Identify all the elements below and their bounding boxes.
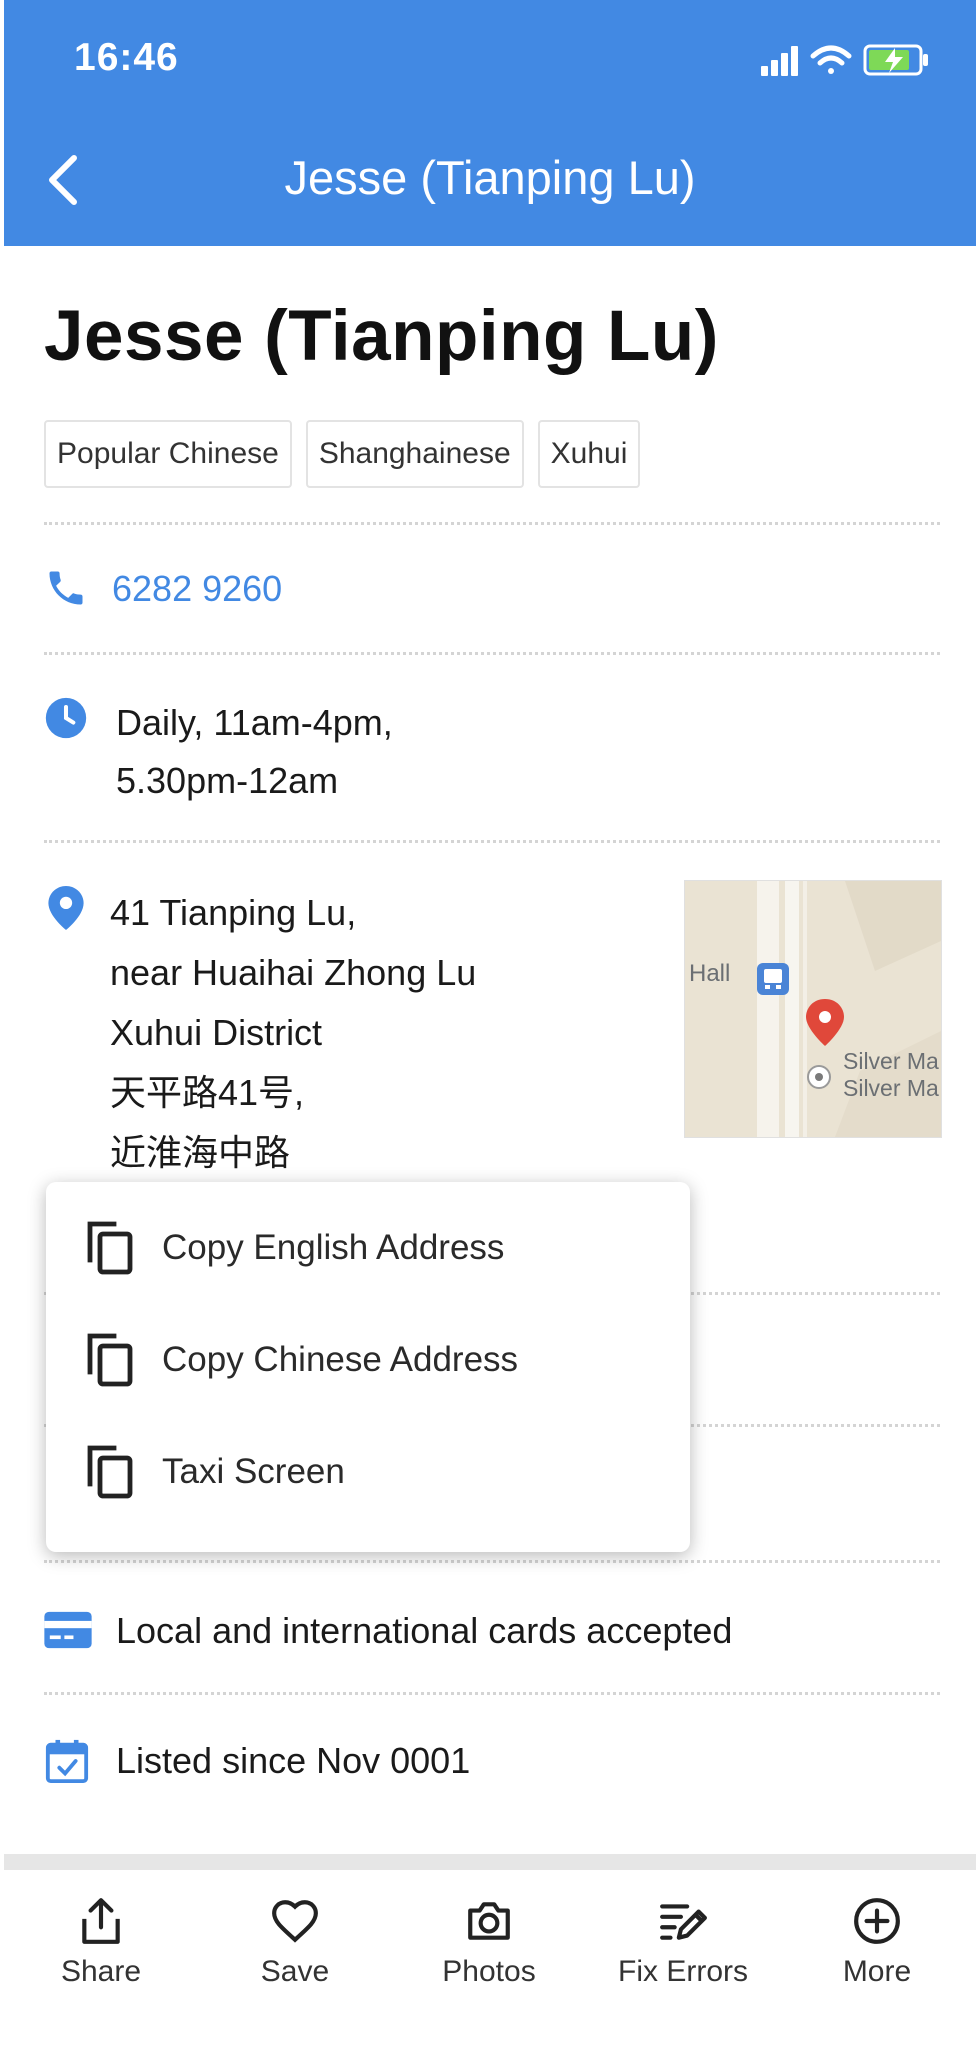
- fix-errors-label: Fix Errors: [618, 1955, 748, 1988]
- address-line-5: 近淮海中路: [110, 1132, 291, 1173]
- tag-list: Popular Chinese Shanghainese Xuhui: [44, 420, 641, 488]
- location-pin-icon: [48, 886, 84, 930]
- map-thumbnail[interactable]: Hall Silver Ma Silver Ma: [684, 880, 942, 1138]
- share-icon: [82, 1898, 120, 1944]
- credit-card-icon: [44, 1611, 92, 1649]
- photos-label: Photos: [442, 1955, 536, 1988]
- calendar-icon: [45, 1739, 89, 1784]
- copy-icon: [87, 1221, 133, 1275]
- signal-icon: [761, 46, 798, 76]
- share-button[interactable]: Share: [4, 1870, 198, 2062]
- save-button[interactable]: Save: [198, 1870, 392, 2062]
- tag-cuisine[interactable]: Popular Chinese: [44, 420, 292, 488]
- hours-line-1: Daily, 11am-4pm,: [116, 702, 393, 743]
- edit-list-icon: [660, 1904, 707, 1940]
- heart-icon: [272, 1900, 318, 1943]
- menu-item-label: Copy Chinese Address: [162, 1340, 519, 1379]
- page-title: Jesse (Tianping Lu): [44, 297, 719, 376]
- address-line-1: 41 Tianping Lu,: [110, 892, 357, 933]
- map-label-silver-2: Silver Ma: [843, 1075, 939, 1101]
- phone-icon: [49, 571, 83, 605]
- copy-icon: [87, 1333, 133, 1387]
- bottom-action-bar: Share Save Photos Fix Errors More: [4, 1870, 976, 2062]
- app-screen: 16:46 Jesse (Tianping Lu) Jesse (Tianpin…: [4, 0, 976, 2062]
- share-label: Share: [60, 1955, 142, 1988]
- more-label: More: [842, 1955, 912, 1988]
- map-label-hall: Hall: [689, 960, 730, 987]
- clock-icon: [45, 697, 87, 739]
- tag-style[interactable]: Shanghainese: [305, 420, 524, 488]
- menu-item-label: Copy English Address: [162, 1228, 505, 1267]
- copy-english-address-option[interactable]: Copy English Address: [46, 1192, 690, 1304]
- photos-button[interactable]: Photos: [392, 1870, 586, 2062]
- divider: [44, 1692, 940, 1695]
- save-label: Save: [260, 1955, 330, 1988]
- address-line-2: near Huaihai Zhong Lu: [110, 952, 477, 993]
- map-label-silver-1: Silver Ma: [843, 1048, 939, 1074]
- taxi-screen-option[interactable]: Taxi Screen: [46, 1416, 690, 1528]
- battery-icon: [863, 44, 928, 76]
- payment-text: Local and international cards accepted: [116, 1610, 733, 1651]
- address-line-3: Xuhui District: [110, 1012, 323, 1053]
- camera-icon: [468, 1902, 510, 1940]
- phone-link[interactable]: 6282 9260: [112, 560, 282, 618]
- wifi-icon: [810, 45, 852, 74]
- divider: [44, 840, 940, 843]
- menu-item-label: Taxi Screen: [162, 1452, 345, 1491]
- plus-circle-icon: [854, 1898, 900, 1944]
- address-line-4: 天平路41号,: [110, 1072, 305, 1113]
- tag-district[interactable]: Xuhui: [537, 420, 641, 488]
- copy-chinese-address-option[interactable]: Copy Chinese Address: [46, 1304, 690, 1416]
- bus-stop-icon: [757, 963, 789, 995]
- fix-errors-button[interactable]: Fix Errors: [586, 1870, 780, 2062]
- status-icons: [761, 44, 928, 76]
- divider: [44, 1560, 940, 1563]
- more-button[interactable]: More: [780, 1870, 974, 2062]
- hours-line-2: 5.30pm-12am: [116, 760, 339, 801]
- listed-since-text: Listed since Nov 0001: [116, 1740, 471, 1781]
- divider: [44, 522, 940, 525]
- copy-icon: [87, 1445, 133, 1499]
- nav-title: Jesse (Tianping Lu): [284, 151, 696, 204]
- address-options-menu: Copy English Address Copy Chinese Addres…: [46, 1182, 690, 1552]
- divider: [44, 652, 940, 655]
- header: 16:46 Jesse (Tianping Lu): [4, 0, 976, 246]
- bottom-separator: [4, 1854, 976, 1870]
- status-time: 16:46: [74, 36, 179, 79]
- poi-icon: [807, 1065, 831, 1089]
